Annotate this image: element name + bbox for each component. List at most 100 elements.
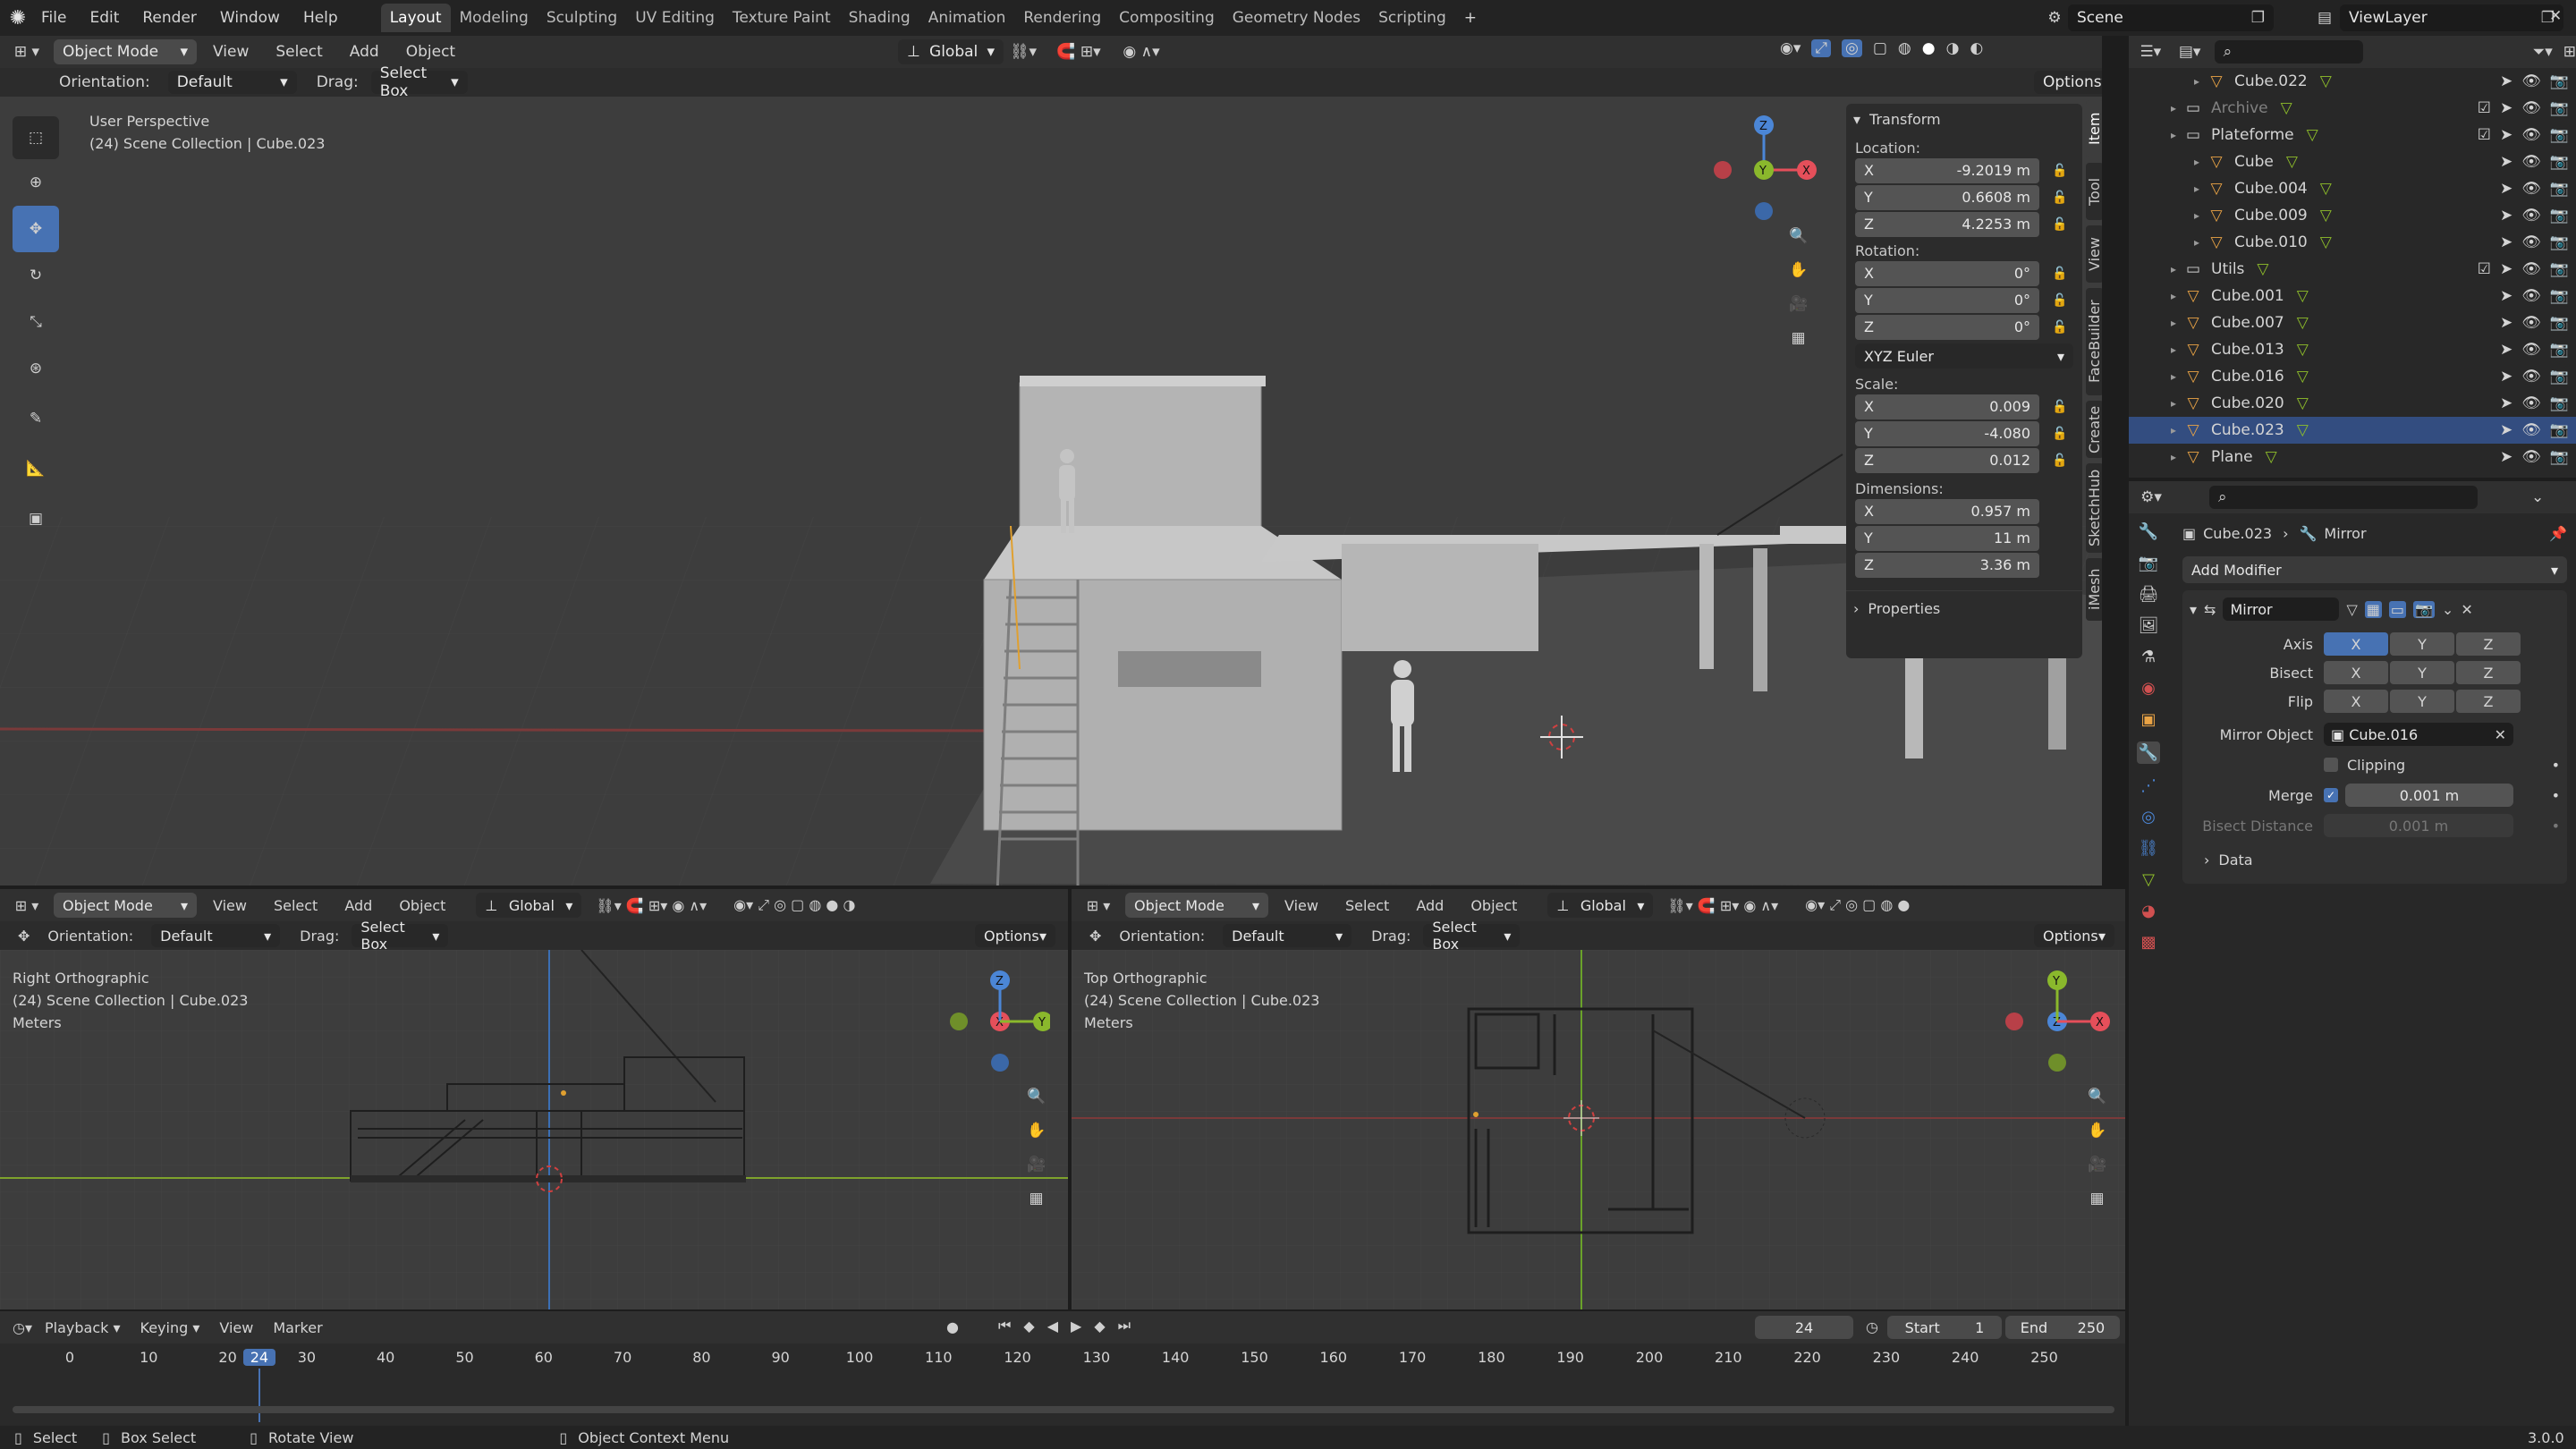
blender-logo-icon[interactable]: ✺ <box>0 0 36 36</box>
drag-select[interactable]: Select Box ▾ <box>370 64 468 100</box>
expand-icon[interactable]: ▸ <box>2165 370 2182 383</box>
lock-icon[interactable]: 🔓 <box>2052 164 2067 178</box>
camera-icon[interactable]: 📷 <box>2550 368 2569 386</box>
eye-icon[interactable]: 👁 <box>2521 448 2541 466</box>
camera-icon[interactable]: 📷 <box>2550 260 2569 278</box>
rotate-icon[interactable]: ↻ <box>13 252 59 299</box>
camera-icon[interactable]: 🎥 <box>1027 1156 1046 1174</box>
camera-icon[interactable]: 📷 <box>2550 314 2569 332</box>
clear-icon[interactable]: ✕ <box>2495 726 2506 743</box>
camera-icon[interactable]: 📷 <box>2550 287 2569 305</box>
location-z-field[interactable]: Z 4.2253 m <box>1855 211 2039 237</box>
select-arrow-icon[interactable]: ➤ <box>2500 99 2512 117</box>
top-ortho-viewport[interactable]: ⊞ ▾ Object Mode ▾ View Select Add Object ⊥ Gl… <box>1072 889 2125 1309</box>
editor-type-icon[interactable]: ◷▾ <box>0 1319 45 1336</box>
dimension-z-field[interactable]: Z 3.36 m <box>1855 552 2039 578</box>
scene-selector[interactable]: ⚙ Scene ❐ <box>2041 4 2274 32</box>
select-box-icon[interactable]: ⬚ <box>13 116 59 159</box>
eye-icon[interactable]: 👁 <box>2521 341 2541 359</box>
camera-icon[interactable]: 📷 <box>2550 394 2569 412</box>
scale-icon[interactable]: ⤡ <box>13 299 59 345</box>
select-arrow-icon[interactable]: ➤ <box>2500 72 2512 90</box>
snap-icon[interactable]: 🧲 ⊞▾ <box>1043 43 1114 61</box>
material-shading-icon[interactable]: ◑ <box>1946 39 1960 57</box>
select-arrow-icon[interactable]: ➤ <box>2500 314 2512 332</box>
expand-icon[interactable]: ▸ <box>2165 129 2182 141</box>
snap-icon[interactable]: ⛓▾ 🧲 ⊞▾ ◉ ∧▾ <box>596 897 707 914</box>
annotate-icon[interactable]: ✎ <box>13 392 59 445</box>
options-button[interactable]: Options▾ <box>2034 71 2102 94</box>
lock-icon[interactable]: 🔓 <box>2052 453 2067 468</box>
close-icon[interactable]: ✕ <box>2549 7 2562 25</box>
menu-add[interactable]: Add <box>344 897 372 914</box>
bisect-y-toggle[interactable]: Y <box>2390 661 2454 684</box>
outliner-item[interactable]: ▸ ▭ Archive ▽ ☑ ➤ 👁 📷 <box>2129 95 2576 122</box>
select-arrow-icon[interactable]: ➤ <box>2500 180 2512 198</box>
clipping-checkbox[interactable] <box>2324 758 2338 772</box>
lock-icon[interactable]: 🔓 <box>2052 293 2067 308</box>
playhead-frame[interactable]: 24 <box>242 1349 275 1366</box>
eye-icon[interactable]: 👁 <box>2521 314 2541 332</box>
particles-tab-icon[interactable]: ⋰ <box>2140 776 2157 795</box>
bisect-x-toggle[interactable]: X <box>2324 661 2388 684</box>
options-button[interactable]: Options▾ <box>2034 924 2114 947</box>
select-arrow-icon[interactable]: ➤ <box>2500 394 2512 412</box>
menu-edit[interactable]: Edit <box>89 9 119 27</box>
workspace-tab-layout[interactable]: Layout <box>380 4 451 32</box>
eye-icon[interactable]: 👁 <box>2521 368 2541 386</box>
location-x-field[interactable]: X -9.2019 m <box>1855 157 2039 183</box>
select-arrow-icon[interactable]: ➤ <box>2500 207 2512 225</box>
material-tab-icon[interactable]: ◕ <box>2141 902 2156 920</box>
merge-distance-field[interactable]: 0.001 m <box>2345 784 2513 807</box>
menu-view[interactable]: View <box>213 897 247 914</box>
camera-icon[interactable]: 📷 <box>2550 341 2569 359</box>
overlay-icon[interactable]: ◉▾ ⤢ ◎ ▢ ◍ ● <box>1805 896 1910 914</box>
workspace-tab-sculpting[interactable]: Sculpting <box>538 4 626 32</box>
outliner-item[interactable]: ▸ ▭ Plateforme ▽ ☑ ➤ 👁 📷 <box>2129 122 2576 148</box>
jump-start-icon[interactable]: ⏮ <box>998 1317 1011 1335</box>
workspace-tab-geometry-nodes[interactable]: Geometry Nodes <box>1224 4 1369 32</box>
sidebar-tab-item[interactable]: Item <box>2086 100 2102 157</box>
measure-icon[interactable]: 📐 <box>13 445 59 492</box>
camera-icon[interactable]: 🎥 <box>2088 1156 2106 1174</box>
transform-orientation-select[interactable]: ⊥ Global ▾ <box>898 39 1004 64</box>
outliner-item[interactable]: ▸ ▽ Cube.013 ▽ ➤ 👁 📷 <box>2129 336 2576 363</box>
camera-icon[interactable]: 📷 <box>2550 126 2569 144</box>
zoom-icon[interactable]: 🔍 <box>2088 1088 2106 1106</box>
eye-icon[interactable]: 👁 <box>2521 180 2541 198</box>
eye-icon[interactable]: 👁 <box>2521 72 2541 90</box>
expand-icon[interactable]: › <box>2204 852 2209 869</box>
camera-icon[interactable]: 📷 <box>2550 153 2569 171</box>
axis-y-toggle[interactable]: Y <box>2390 632 2454 656</box>
modifier-name-field[interactable]: Mirror <box>2223 597 2340 621</box>
orientation-select[interactable]: Default ▾ <box>1223 924 1352 947</box>
chevron-down-icon[interactable]: ⌄ <box>2531 488 2544 506</box>
keyframe-dot-icon[interactable]: • <box>2552 818 2560 835</box>
mode-select[interactable]: Object Mode ▾ <box>54 39 197 64</box>
sidebar-tab-view[interactable]: View <box>2086 225 2102 283</box>
sidebar-tab-facebuilder[interactable]: FaceBuilder <box>2086 288 2102 395</box>
outliner-item[interactable]: ▸ ▽ Plane ▽ ➤ 👁 📷 <box>2129 444 2576 470</box>
eye-icon[interactable]: 👁 <box>2521 126 2541 144</box>
lock-icon[interactable]: 🔓 <box>2052 191 2067 205</box>
editor-type-icon[interactable]: ⊞ ▾ <box>1072 897 1125 914</box>
menu-window[interactable]: Window <box>220 9 280 27</box>
new-collection-icon[interactable]: ⊞ <box>2563 43 2576 61</box>
workspace-tab-scripting[interactable]: Scripting <box>1369 4 1455 32</box>
timeline-scrollbar[interactable] <box>13 1406 2114 1413</box>
outliner-item[interactable]: ▸ ▽ Cube.007 ▽ ➤ 👁 📷 <box>2129 309 2576 336</box>
dropdown-icon[interactable]: ⌄ <box>2442 601 2453 618</box>
expand-icon[interactable]: ▸ <box>2165 424 2182 436</box>
scale-x-field[interactable]: X 0.009 <box>1855 394 2039 419</box>
keyframe-dot-icon[interactable]: • <box>2552 787 2560 804</box>
expand-icon[interactable]: ▸ <box>2165 263 2182 275</box>
eye-icon[interactable]: 👁 <box>2521 394 2541 412</box>
mode-select[interactable]: Object Mode ▾ <box>1125 893 1268 918</box>
lock-icon[interactable]: 🔓 <box>2052 427 2067 441</box>
prev-keyframe-icon[interactable]: ◆ <box>1023 1318 1034 1335</box>
camera-icon[interactable]: 📷 <box>2550 72 2569 90</box>
flip-z-toggle[interactable]: Z <box>2456 690 2521 713</box>
expand-icon[interactable]: ▸ <box>2188 209 2206 222</box>
lock-icon[interactable]: 🔓 <box>2052 267 2067 281</box>
outliner-item[interactable]: ▸ ▽ Cube.001 ▽ ➤ 👁 📷 <box>2129 283 2576 309</box>
